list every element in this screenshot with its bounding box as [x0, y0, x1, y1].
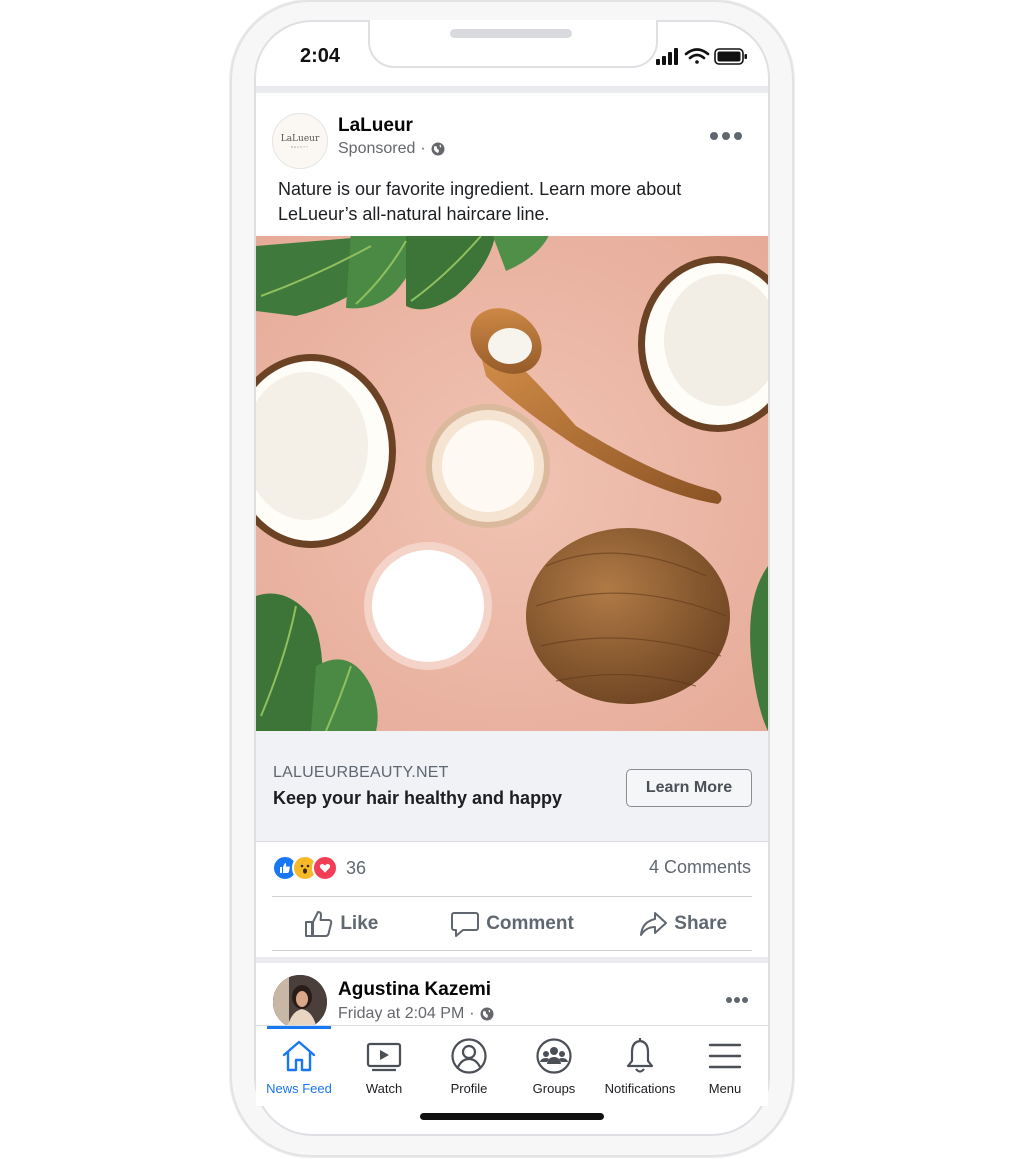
notch [368, 20, 658, 68]
link-title[interactable]: Keep your hair healthy and happy [273, 788, 562, 809]
sponsored-row: Sponsored · [338, 140, 445, 158]
like-button[interactable]: Like [256, 897, 427, 951]
page-avatar[interactable]: LaLueur BEAUTY [272, 113, 328, 169]
tab-notifications[interactable]: Notifications [597, 1036, 683, 1102]
share-icon [640, 912, 668, 936]
reactions-summary[interactable]: 36 [272, 855, 366, 881]
comments-count[interactable]: 4 Comments [649, 857, 751, 878]
news-feed[interactable]: LaLueur BEAUTY LaLueur Sponsored · Natur… [256, 86, 768, 1031]
more-dot-icon [710, 132, 718, 140]
avatar[interactable] [273, 975, 327, 1029]
wifi-icon [684, 48, 710, 64]
tab-label: Watch [365, 1081, 403, 1096]
post-caption: Nature is our favorite ingredient. Learn… [278, 179, 682, 224]
tab-watch[interactable]: Watch [341, 1036, 427, 1102]
menu-icon [705, 1036, 745, 1076]
sponsored-label: Sponsored [338, 140, 416, 157]
home-icon [279, 1036, 319, 1076]
post-actions: Like Comment Share [256, 897, 768, 951]
groups-icon [534, 1036, 574, 1076]
tab-label: Notifications [604, 1081, 676, 1096]
signal-icon [656, 48, 678, 65]
thumbs-up-icon [305, 911, 333, 937]
author-name[interactable]: Agustina Kazemi [338, 979, 491, 1001]
home-indicator[interactable] [420, 1113, 604, 1120]
bottom-tab-bar: News Feed Watch Profile Groups Notificat… [256, 1025, 768, 1106]
love-reaction-icon [312, 855, 338, 881]
link-preview[interactable]: LALUEURBEAUTY.NET Keep your hair healthy… [256, 731, 768, 842]
next-post: Agustina Kazemi Friday at 2:04 PM · [256, 963, 768, 1031]
tab-label: Menu [708, 1081, 742, 1096]
tab-news-feed[interactable]: News Feed [256, 1036, 342, 1102]
more-dot-icon [726, 997, 732, 1003]
tab-label: News Feed [266, 1081, 332, 1096]
dot-separator: · [469, 1005, 475, 1022]
page-name[interactable]: LaLueur [338, 115, 413, 137]
share-label: Share [674, 913, 728, 934]
comment-icon [451, 912, 480, 937]
bell-icon [620, 1036, 660, 1076]
more-dot-icon [742, 997, 748, 1003]
tab-menu[interactable]: Menu [682, 1036, 768, 1102]
reaction-count: 36 [346, 857, 367, 878]
battery-icon [714, 48, 747, 65]
globe-icon [480, 1007, 494, 1021]
more-dot-icon [722, 132, 730, 140]
tab-groups[interactable]: Groups [511, 1036, 597, 1102]
profile-icon [449, 1036, 489, 1076]
link-domain: LALUEURBEAUTY.NET [273, 764, 449, 781]
video-icon [364, 1036, 404, 1076]
coconut-product-photo [256, 236, 768, 731]
more-dot-icon [734, 132, 742, 140]
brand-logo: LaLueur [280, 133, 320, 144]
post-options-button[interactable] [710, 127, 742, 145]
divider [272, 950, 752, 951]
post-options-button[interactable] [726, 997, 748, 1005]
globe-icon [431, 142, 445, 156]
status-time: 2:04 [300, 45, 341, 67]
timestamp[interactable]: Friday at 2:04 PM [338, 1005, 464, 1023]
ad-image[interactable] [256, 236, 768, 731]
dot-separator: · [420, 140, 426, 157]
post-meta: Friday at 2:04 PM · [338, 1005, 494, 1023]
like-label: Like [340, 913, 379, 934]
speaker [450, 29, 572, 38]
tab-label: Profile [450, 1081, 488, 1096]
share-button[interactable]: Share [597, 897, 768, 951]
status-icons [656, 46, 748, 68]
learn-more-button[interactable]: Learn More [626, 769, 752, 807]
comment-button[interactable]: Comment [427, 897, 598, 951]
tab-label: Groups [532, 1081, 576, 1096]
brand-logo-sub: BEAUTY [290, 144, 309, 149]
comment-label: Comment [486, 913, 574, 934]
sponsored-post: LaLueur BEAUTY LaLueur Sponsored · Natur… [256, 93, 768, 957]
tab-profile[interactable]: Profile [426, 1036, 512, 1102]
more-dot-icon [734, 997, 740, 1003]
active-tab-indicator [267, 1026, 331, 1029]
